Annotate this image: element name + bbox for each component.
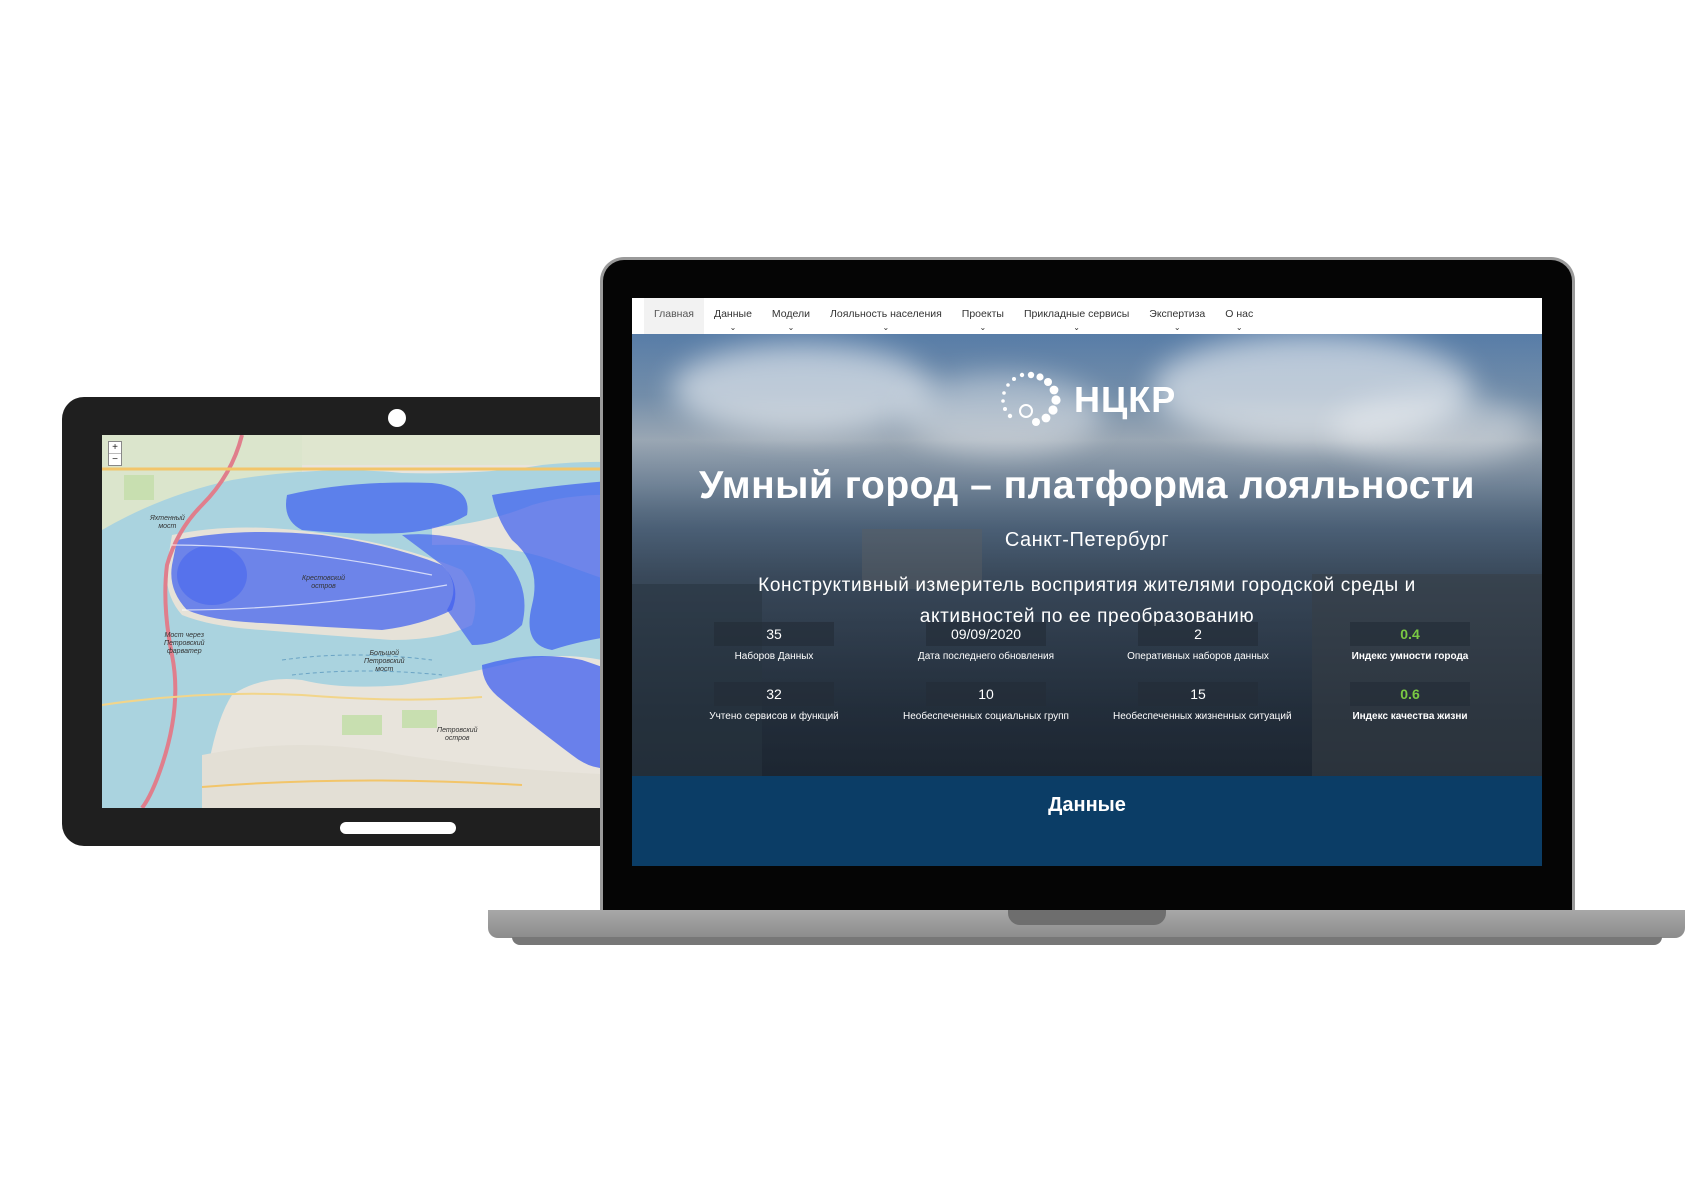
- chevron-down-icon: ⌄: [1235, 323, 1243, 332]
- stat-value: 32: [714, 682, 834, 706]
- stat-label: Индекс умности города: [1351, 651, 1469, 662]
- stat-services: 32 Учтено сервисов и функций: [689, 682, 859, 722]
- nav-item[interactable]: Прикладные сервисы ⌄: [1014, 298, 1139, 334]
- stat-value: 10: [926, 682, 1046, 706]
- map-label-yacht-bridge: Яхтенный мост: [150, 515, 185, 530]
- stat-smart-city-index: 0.4 Индекс умности города: [1325, 622, 1495, 662]
- map-label-krestovsky: Крестовский остров: [302, 575, 346, 590]
- home-button[interactable]: [340, 822, 456, 834]
- nav-item-label: Экспертиза: [1149, 308, 1206, 320]
- hero-title: Умный город – платформа лояльности: [698, 464, 1476, 507]
- stat-value: 35: [714, 622, 834, 646]
- stat-label: Необеспеченных социальных групп: [903, 711, 1069, 722]
- map-canvas[interactable]: [102, 435, 622, 808]
- nav-item-label: Лояльность населения: [830, 308, 942, 320]
- nav-item[interactable]: Экспертиза ⌄: [1139, 298, 1215, 334]
- stat-life-quality-index: 0.6 Индекс качества жизни: [1325, 682, 1495, 722]
- hero-city: Санкт-Петербург: [1004, 529, 1170, 551]
- nav-item-label: Модели: [771, 308, 810, 320]
- chevron-down-icon: ⌄: [787, 323, 795, 332]
- map-label-petrovsky: Петровский остров: [437, 727, 478, 742]
- nav-item-label: Данные: [713, 308, 752, 320]
- camera-icon: [388, 409, 406, 427]
- data-section: Данные: [632, 776, 1542, 866]
- stat-label: Наборов Данных: [734, 651, 814, 662]
- tablet-device: + − Крестовский остров Петровский остров М…: [62, 397, 662, 846]
- stat-label: Индекс качества жизни: [1352, 711, 1468, 722]
- nav-item[interactable]: Лояльность населения ⌄: [820, 298, 952, 334]
- zoom-in-button[interactable]: +: [109, 442, 121, 454]
- laptop-base-foot: [512, 937, 1662, 945]
- chevron-down-icon: ⌄: [1173, 323, 1181, 332]
- nav-item[interactable]: О нас ⌄: [1215, 298, 1263, 334]
- stat-operative-datasets: 2 Оперативных наборов данных: [1113, 622, 1283, 662]
- chevron-down-icon: ⌄: [729, 323, 737, 332]
- nav-item[interactable]: Проекты ⌄: [952, 298, 1014, 334]
- laptop-screen: Главная Данные ⌄ Модели ⌄ Лояльность населени…: [632, 298, 1542, 866]
- chevron-down-icon: ⌄: [979, 323, 987, 332]
- map-zoom-control: + −: [108, 441, 122, 466]
- main-navbar: Главная Данные ⌄ Модели ⌄ Лояльность населени…: [632, 298, 1542, 334]
- laptop-notch: [1008, 910, 1166, 925]
- stat-value: 0.6: [1350, 682, 1470, 706]
- logo-text: НЦКР: [1074, 379, 1177, 420]
- hero-section: НЦКР Умный город – платформа лояльности …: [632, 334, 1542, 776]
- logo-icon: [1001, 371, 1061, 426]
- stat-label: Дата последнего обновления: [917, 651, 1055, 662]
- nav-item[interactable]: Данные ⌄: [704, 298, 762, 334]
- chevron-down-icon: ⌄: [882, 323, 890, 332]
- site-logo[interactable]: НЦКР: [1000, 370, 1176, 430]
- stat-life-situations: 15 Необеспеченных жизненных ситуаций: [1113, 682, 1292, 722]
- stat-label: Учтено сервисов и функций: [709, 711, 839, 722]
- stat-value: 09/09/2020: [926, 622, 1046, 646]
- stat-last-update: 09/09/2020 Дата последнего обновления: [901, 622, 1071, 662]
- nav-item-label: Прикладные сервисы: [1023, 308, 1130, 320]
- stat-label: Оперативных наборов данных: [1127, 651, 1269, 662]
- stat-value: 2: [1138, 622, 1258, 646]
- nav-item[interactable]: Главная: [644, 298, 704, 334]
- map-label-bridge: Мост через Петровский фарватер: [164, 632, 205, 655]
- stat-value: 15: [1138, 682, 1258, 706]
- map-label-bolshoy-bridge: Большой Петровский мост: [364, 650, 405, 673]
- nav-item-label: Главная: [654, 308, 694, 320]
- nav-item[interactable]: Модели ⌄: [762, 298, 820, 334]
- stat-label: Необеспеченных жизненных ситуаций: [1113, 711, 1292, 722]
- stat-datasets: 35 Наборов Данных: [689, 622, 859, 662]
- stat-value: 0.4: [1350, 622, 1470, 646]
- chevron-down-icon: ⌄: [1073, 323, 1080, 332]
- zoom-out-button[interactable]: −: [109, 454, 121, 465]
- map-view[interactable]: + − Крестовский остров Петровский остров М…: [102, 435, 622, 808]
- nav-item-label: О нас: [1225, 308, 1254, 320]
- stat-social-groups: 10 Необеспеченных социальных групп: [901, 682, 1071, 722]
- nav-item-label: Проекты: [961, 308, 1004, 320]
- section-title: Данные: [1048, 794, 1126, 816]
